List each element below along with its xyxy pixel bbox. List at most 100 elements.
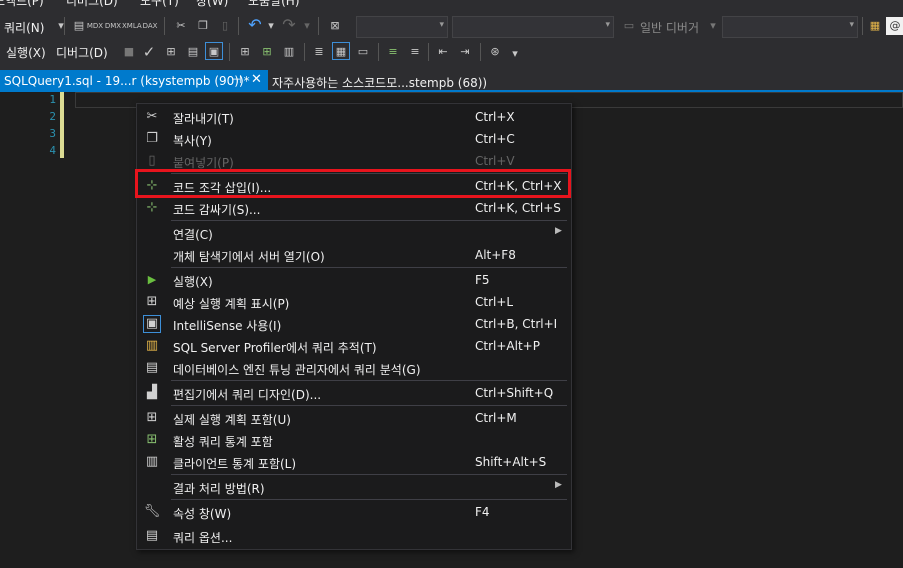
pin-icon[interactable]: ⊣ <box>232 73 242 86</box>
tab-sqlquery1[interactable]: SQLQuery1.sql - 19...r (ksystempb (90))*… <box>0 70 268 92</box>
menu-item-include-client-stats[interactable]: ▥ 클라이언트 통계 포함(L) Shift+Alt+S <box>137 451 571 473</box>
menu-item-analyze-in-tuning-advisor[interactable]: ▤ 데이터베이스 엔진 튜닝 관리자에서 쿼리 분석(G) <box>137 357 571 379</box>
estimated-plan-icon[interactable]: ⊞ <box>162 43 180 61</box>
chevron-down-icon: ▾ <box>605 20 610 30</box>
menu-item-label: 활성 쿼리 통계 포함 <box>173 435 273 449</box>
toolbar-separator <box>378 43 379 61</box>
menu-item-label: 결과 처리 방법(R) <box>173 482 265 496</box>
dmx-query-icon[interactable]: DMX <box>104 15 122 33</box>
client-stats-icon[interactable]: ▥ <box>280 43 298 61</box>
menu-item-shortcut: Ctrl+C <box>475 132 515 146</box>
menu-separator <box>171 405 567 406</box>
toolbar-options-icon[interactable]: ▾ <box>506 45 524 63</box>
menu-item-include-actual-plan[interactable]: ⊞ 실제 실행 계획 포함(U) Ctrl+M <box>137 407 571 429</box>
solution-config-combo[interactable]: ▾ <box>356 16 448 38</box>
find-in-files-icon[interactable]: ▦ <box>866 17 884 35</box>
menu-item-estimated-plan[interactable]: ⊞ 예상 실행 계획 표시(P) Ctrl+L <box>137 291 571 313</box>
query-designer-icon: ▟ <box>147 385 157 400</box>
results-to-file-icon[interactable]: ▭ <box>354 43 372 61</box>
copy-icon[interactable]: ❐ <box>194 17 212 35</box>
query-designer-icon[interactable]: ▤ <box>184 43 202 61</box>
search-combo[interactable]: ▾ <box>722 16 858 38</box>
dax-query-icon[interactable]: DAX <box>141 15 159 33</box>
results-to-text-icon[interactable]: ≣ <box>310 43 328 61</box>
annotation-highlight-box <box>135 169 571 198</box>
tab-frequent-source-code[interactable]: 자주사용하는 소스코드모...stempb (68)) <box>268 70 498 92</box>
menu-item-trace-in-profiler[interactable]: ▥ SQL Server Profiler에서 쿼리 추적(T) Ctrl+Al… <box>137 335 571 357</box>
results-to-grid-icon[interactable]: ▦ <box>332 42 350 60</box>
increase-indent-icon[interactable]: ⇥ <box>456 43 474 61</box>
change-tracking-bar <box>60 92 64 158</box>
platform-combo[interactable]: ▾ <box>452 16 614 38</box>
menu-item-shortcut: Alt+F8 <box>475 248 516 262</box>
line-number: 2 <box>49 110 56 123</box>
dmx-label: DMX <box>104 22 122 30</box>
comment-icon[interactable]: ≡ <box>384 43 402 61</box>
menu-item-copy[interactable]: ❐ 복사(Y) Ctrl+C <box>137 128 571 150</box>
menu-item-label: 개체 탐색기에서 서버 열기(O) <box>173 250 325 264</box>
menu-item-properties-window[interactable]: 🔧︎ 속성 창(W) F4 <box>137 501 571 523</box>
general-debugger-label[interactable]: 일반 디버거 <box>640 19 699 36</box>
parse-check-icon[interactable]: ✓ <box>140 43 158 61</box>
menu-item-cut[interactable]: ✂ 잘라내기(T) Ctrl+X <box>137 106 571 128</box>
menu-separator <box>171 220 567 221</box>
query-menu[interactable]: 쿼리(N) <box>4 19 44 36</box>
redo-icon[interactable]: ↷ <box>280 16 298 34</box>
menu-item-shortcut: Ctrl+B, Ctrl+I <box>475 317 558 331</box>
undo-dropdown-icon[interactable]: ▾ <box>262 17 280 35</box>
query-options-icon: ▤ <box>145 528 159 543</box>
mdx-query-icon[interactable]: MDX <box>86 15 104 33</box>
execute-icon: ▶ <box>147 273 157 286</box>
line-number: 1 <box>49 93 56 106</box>
cut-icon[interactable]: ✂ <box>172 17 190 35</box>
menu-item-shortcut: Ctrl+Shift+Q <box>475 386 554 400</box>
uncomment-icon[interactable]: ≡ <box>406 43 424 61</box>
activity-monitor-icon[interactable]: ⊠ <box>326 17 344 35</box>
dropdown-arrow-icon[interactable]: ▾ <box>52 17 70 35</box>
live-stats-icon[interactable]: ⊞ <box>258 43 276 61</box>
debug-label[interactable]: 디버그(D) <box>56 44 108 61</box>
menu-item-shortcut: F5 <box>475 273 490 287</box>
menu-separator <box>171 267 567 268</box>
cut-icon: ✂ <box>146 109 158 124</box>
toolbar-separator <box>862 17 863 35</box>
menu-item-shortcut: Ctrl+Alt+P <box>475 339 540 353</box>
intellisense-icon[interactable]: ▣ <box>205 42 223 60</box>
chevron-down-icon[interactable]: ▾ <box>704 17 722 35</box>
actual-plan-icon[interactable]: ⊞ <box>236 43 254 61</box>
menu-separator <box>171 499 567 500</box>
menu-separator <box>171 380 567 381</box>
menu-item-intellisense[interactable]: ▣ IntelliSense 사용(I) Ctrl+B, Ctrl+I <box>137 313 571 335</box>
execute-label[interactable]: 실행(X) <box>6 44 46 61</box>
menu-item-results-to[interactable]: 결과 처리 방법(R) ▶ <box>137 476 571 498</box>
stop-icon[interactable]: ■ <box>120 43 138 61</box>
xmla-query-icon[interactable]: XMLA <box>122 15 142 33</box>
menu-item-query-options[interactable]: ▤ 쿼리 옵션... <box>137 525 571 547</box>
toolbar-separator <box>164 17 165 35</box>
redo-dropdown-icon[interactable]: ▾ <box>298 17 316 35</box>
line-number: 4 <box>49 144 56 157</box>
toolbar-separator <box>428 43 429 61</box>
toolbar-separator <box>229 43 230 61</box>
menu-item-include-live-stats[interactable]: ⊞ 활성 쿼리 통계 포함 <box>137 429 571 451</box>
line-number: 3 <box>49 127 56 140</box>
specify-template-values-icon[interactable]: ⊛ <box>486 43 504 61</box>
toolbar-separator <box>64 17 65 35</box>
copy-icon: ❐ <box>146 131 158 146</box>
close-icon[interactable]: ✕ <box>251 72 262 87</box>
paste-icon[interactable]: ▯ <box>216 17 234 35</box>
menu-item-connection[interactable]: 연결(C) ▶ <box>137 222 571 244</box>
menu-item-label: 실행(X) <box>173 275 213 289</box>
menu-item-open-server-in-object-explorer[interactable]: 개체 탐색기에서 서버 열기(O) Alt+F8 <box>137 244 571 266</box>
toolbar-separator <box>480 43 481 61</box>
menu-item-design-query-in-editor[interactable]: ▟ 편집기에서 쿼리 디자인(D)... Ctrl+Shift+Q <box>137 382 571 404</box>
at-sign-icon[interactable]: @ <box>886 17 903 35</box>
chevron-down-icon: ▾ <box>439 20 444 30</box>
toolbar-sql-editor: 실행(X) 디버그(D) ■ ✓ ⊞ ▤ ▣ ⊞ ⊞ ▥ ≣ ▦ ▭ ≡ ≡ ⇤… <box>0 40 903 64</box>
menu-item-label: 데이터베이스 엔진 튜닝 관리자에서 쿼리 분석(G) <box>173 363 421 377</box>
menu-item-label: SQL Server Profiler에서 쿼리 추적(T) <box>173 341 377 355</box>
decrease-indent-icon[interactable]: ⇤ <box>434 43 452 61</box>
submenu-arrow-icon: ▶ <box>555 226 562 236</box>
menu-item-execute[interactable]: ▶ 실행(X) F5 <box>137 269 571 291</box>
menu-item-surround-with[interactable]: ⊹ 코드 감싸기(S)... Ctrl+K, Ctrl+S <box>137 197 571 219</box>
